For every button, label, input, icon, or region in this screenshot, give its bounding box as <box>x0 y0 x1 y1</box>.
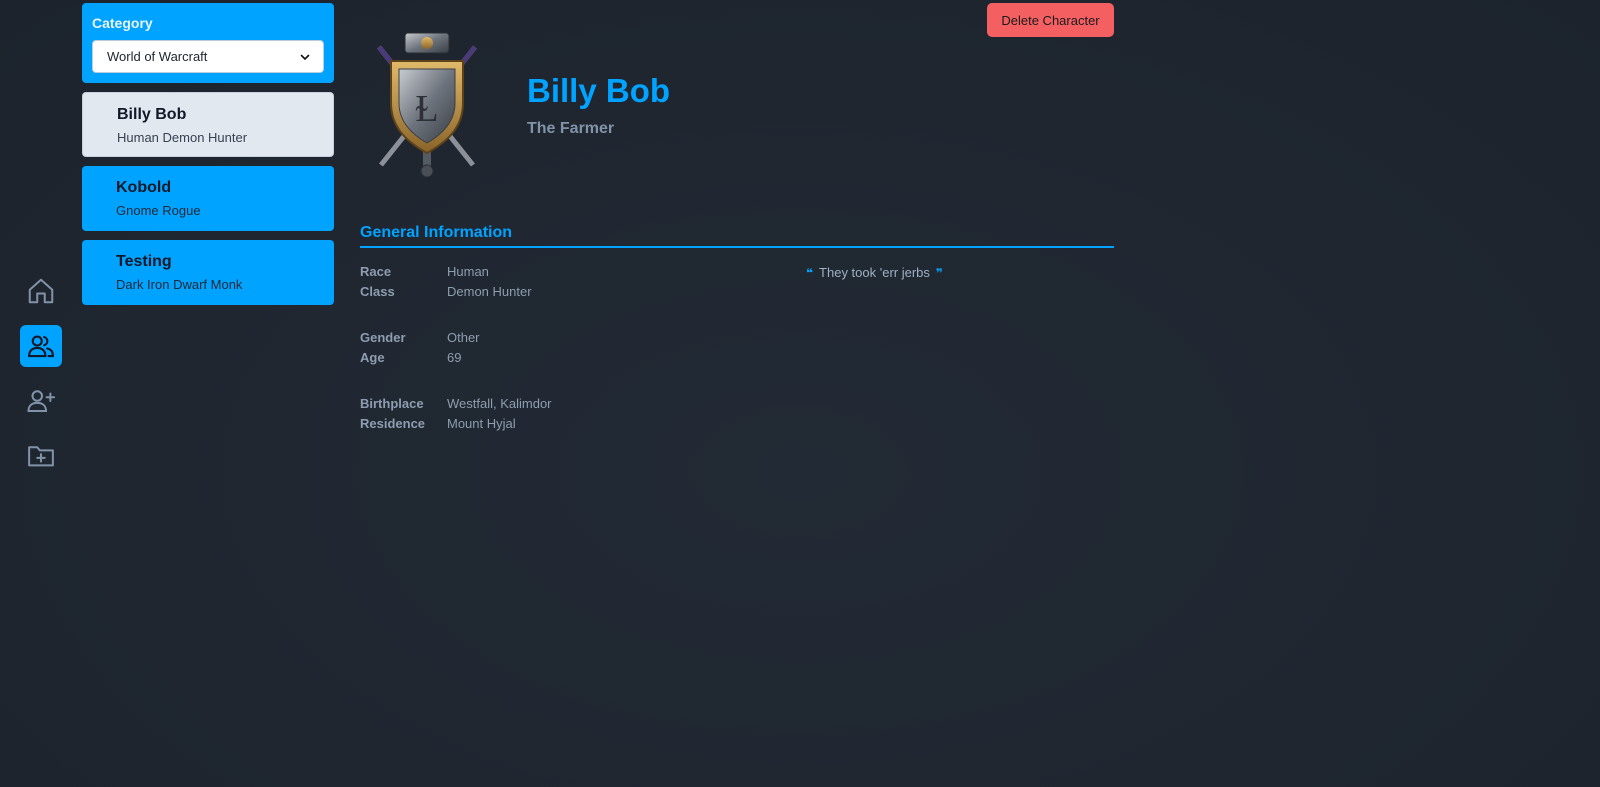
gender-label: Gender <box>360 330 406 345</box>
birthplace-value: Westfall, Kalimdor <box>447 396 552 411</box>
info-row-gender: Gender Other <box>360 330 800 350</box>
nav-add-character-button[interactable] <box>20 380 62 422</box>
residence-label: Residence <box>360 416 426 431</box>
character-list-subtitle: Dark Iron Dwarf Monk <box>116 277 243 292</box>
race-label: Race <box>360 264 392 279</box>
nav-add-category-button[interactable] <box>20 435 62 477</box>
race-value: Human <box>447 264 489 279</box>
category-label: Category <box>92 15 153 31</box>
category-panel: Category World of Warcraft <box>82 3 334 83</box>
gender-value: Other <box>447 330 480 345</box>
character-list-subtitle: Human Demon Hunter <box>117 130 248 145</box>
character-list-item[interactable]: Kobold Gnome Rogue <box>82 166 334 231</box>
quote-open-icon: ❝ <box>806 265 814 280</box>
general-information-grid: Race Human Class Demon Hunter Gender Oth… <box>360 264 800 436</box>
character-list-name: Kobold <box>116 179 172 196</box>
character-list-name: Testing <box>116 253 172 270</box>
info-row-birthplace: Birthplace Westfall, Kalimdor <box>360 396 800 416</box>
class-value: Demon Hunter <box>447 284 532 299</box>
residence-value: Mount Hyjal <box>447 416 516 431</box>
character-list-subtitle: Gnome Rogue <box>116 203 201 218</box>
category-select[interactable]: World of Warcraft <box>92 40 324 73</box>
birthplace-label: Birthplace <box>360 396 424 411</box>
user-plus-icon <box>27 390 56 412</box>
age-value: 69 <box>447 350 462 365</box>
folder-plus-icon <box>28 446 54 467</box>
character-quote: ❝ They took 'err jerbs ❞ <box>806 265 943 280</box>
alliance-crest-icon: Ɫ <box>377 32 477 178</box>
info-row-class: Class Demon Hunter <box>360 284 800 304</box>
chevron-down-icon <box>300 54 310 60</box>
info-row-age: Age 69 <box>360 350 800 370</box>
users-icon <box>28 335 54 358</box>
quote-close-icon: ❞ <box>935 265 943 280</box>
delete-character-button[interactable]: Delete Character <box>987 3 1114 37</box>
icon-rail <box>0 0 82 787</box>
svg-text:Ɫ: Ɫ <box>415 86 438 130</box>
category-selected-value: World of Warcraft <box>107 49 208 64</box>
nav-characters-button[interactable] <box>20 325 62 367</box>
character-sidebar: Category World of Warcraft Billy Bob Hum… <box>82 3 334 305</box>
character-list-item[interactable]: Testing Dark Iron Dwarf Monk <box>82 240 334 305</box>
nav-home-button[interactable] <box>20 270 62 312</box>
home-icon <box>28 278 54 304</box>
character-list-name: Billy Bob <box>117 106 187 123</box>
character-title: The Farmer <box>527 120 615 137</box>
character-list-item[interactable]: Billy Bob Human Demon Hunter <box>82 92 334 157</box>
general-information-heading: General Information <box>360 224 1114 248</box>
quote-text: They took 'err jerbs <box>819 265 930 280</box>
info-row-race: Race Human <box>360 264 800 284</box>
class-label: Class <box>360 284 395 299</box>
character-name: Billy Bob <box>527 72 671 109</box>
age-label: Age <box>360 350 385 365</box>
info-row-residence: Residence Mount Hyjal <box>360 416 800 436</box>
